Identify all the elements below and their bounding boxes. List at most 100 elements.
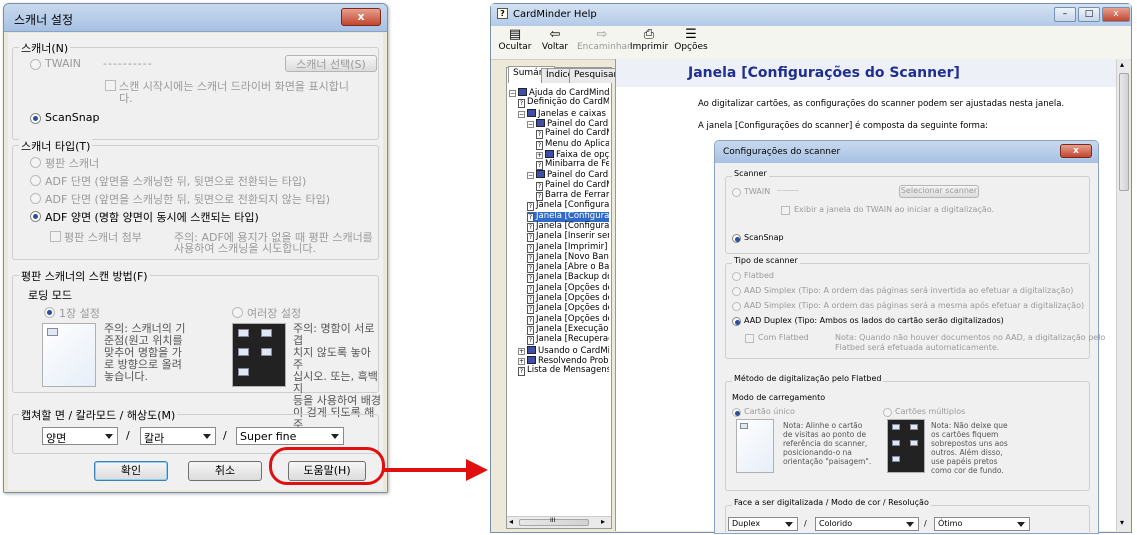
single-card-radio[interactable] bbox=[44, 307, 55, 318]
help-page-icon: ? bbox=[527, 202, 534, 212]
show-twain-checkbox[interactable] bbox=[781, 206, 790, 215]
collapse-icon[interactable]: − bbox=[527, 120, 534, 128]
tree-item[interactable]: ? Lista de Mensagens bbox=[518, 365, 609, 377]
print-button[interactable]: ⎙ Imprimir bbox=[629, 27, 669, 52]
select-scanner-button[interactable]: Selecionar scanner bbox=[899, 185, 979, 198]
help-page-icon: ? bbox=[536, 140, 543, 150]
tree-item[interactable]: ?Definição do CardMinder bbox=[518, 98, 609, 109]
aad-simplex-same-radio[interactable] bbox=[732, 302, 741, 311]
adf-duplex-radio[interactable] bbox=[30, 211, 41, 222]
forward-button[interactable]: ⇨ Encaminhar bbox=[577, 27, 631, 52]
scanner-select-button[interactable]: 스캐너 선택(S) bbox=[285, 55, 377, 72]
maximize-button[interactable]: □ bbox=[1078, 7, 1100, 22]
help-page-icon: ? bbox=[527, 274, 534, 284]
highlight-circle bbox=[269, 447, 385, 485]
scansnap-radio[interactable] bbox=[30, 113, 41, 124]
flatbed-note: Nota: Quando não houver documentos no AA… bbox=[835, 333, 1106, 342]
expand-icon[interactable]: + bbox=[518, 347, 525, 355]
arrow-line bbox=[383, 468, 468, 472]
book-icon bbox=[518, 88, 527, 96]
flatbed-radio[interactable] bbox=[732, 272, 741, 281]
aad-simplex-rev-radio[interactable] bbox=[732, 287, 741, 296]
scansnap-label: ScanSnap bbox=[744, 233, 784, 242]
collapse-icon[interactable]: − bbox=[509, 90, 516, 97]
tree-item[interactable]: ?Janela [Recuperação do ban bbox=[527, 334, 609, 346]
resolution-select[interactable]: Ótimo bbox=[934, 517, 1030, 531]
tree-item-label: Painel do CardMinder Viev bbox=[545, 179, 609, 190]
twain-label: TWAIN bbox=[45, 57, 81, 70]
twain-radio[interactable] bbox=[30, 59, 41, 70]
horizontal-scrollbar[interactable]: ◂ III ▸ bbox=[507, 516, 611, 528]
slash: / bbox=[223, 429, 227, 442]
slash: / bbox=[924, 519, 927, 528]
collapse-icon[interactable]: − bbox=[518, 110, 525, 118]
navigation-pane: −Ajuda do CardMinder?Definição do CardMi… bbox=[506, 67, 612, 529]
scroll-down-icon[interactable]: ▾ bbox=[1120, 518, 1124, 527]
scroll-left-icon[interactable]: ◂ bbox=[509, 517, 513, 526]
contents-tree: −Ajuda do CardMinder?Definição do CardMi… bbox=[509, 88, 609, 508]
scroll-thumb[interactable] bbox=[1119, 73, 1129, 191]
help-page-icon: ? bbox=[527, 336, 534, 346]
hide-button[interactable]: ▤ Ocultar bbox=[495, 27, 535, 52]
tree-item[interactable]: ?Menu do Aplicativo bbox=[536, 139, 609, 150]
color-mode-select[interactable]: Colorido bbox=[815, 517, 919, 531]
show-driver-checkbox[interactable] bbox=[105, 80, 116, 91]
show-driver-label: 스캔 시작시에는 스캐너 드라이버 화면을 표시합니 bbox=[119, 80, 350, 93]
tree-item-label: Janela [Opções do CardMinde bbox=[536, 293, 609, 303]
book-icon bbox=[527, 345, 536, 354]
help-page-icon: ? bbox=[536, 130, 543, 140]
chevron-down-icon bbox=[785, 522, 793, 527]
aad-duplex-radio[interactable] bbox=[732, 317, 741, 326]
scansnap-radio[interactable] bbox=[732, 234, 741, 243]
scan-method-label: 평판 스캐너의 스캔 방법(F) bbox=[19, 268, 150, 284]
multi-card-radio[interactable] bbox=[232, 307, 243, 318]
vertical-scrollbar[interactable]: ▴ ▾ bbox=[1116, 59, 1130, 531]
minimize-button[interactable]: – bbox=[1054, 7, 1076, 22]
tree-item-label: Janela [Inserir senha] bbox=[536, 231, 609, 242]
color-mode-select[interactable]: 칼라 bbox=[140, 427, 216, 445]
flatbed-radio[interactable] bbox=[30, 157, 41, 168]
scroll-thumb[interactable]: III bbox=[519, 517, 589, 526]
expand-icon[interactable]: + bbox=[536, 151, 543, 159]
tree-item-label: Janela [Configurações do Car bbox=[536, 200, 609, 211]
collapse-icon[interactable]: − bbox=[527, 172, 534, 180]
attach-note-2: 사용하여 스캐닝을 시도합니다. bbox=[174, 242, 317, 255]
aad-simplex-same-label: AAD Simplex (Tipo: A ordem das páginas s… bbox=[744, 301, 1085, 310]
composition-paragraph: A janela [Configurações do scanner] é co… bbox=[698, 121, 989, 131]
tree-item-label: Painel do CardMinder bbox=[545, 128, 609, 139]
flatbed-attach-checkbox[interactable] bbox=[50, 231, 61, 242]
tree-item[interactable]: ?Minibarra de Ferramentas bbox=[536, 159, 609, 171]
options-icon: ☰ bbox=[685, 27, 697, 42]
tree-item[interactable]: + Usando o CardMinder bbox=[518, 345, 609, 356]
expand-icon[interactable]: + bbox=[518, 357, 525, 365]
adf-simplex-norev-radio[interactable] bbox=[30, 193, 41, 204]
close-button[interactable]: x bbox=[1060, 144, 1092, 158]
close-button[interactable]: x bbox=[341, 8, 381, 26]
side-select[interactable]: 양면 bbox=[42, 427, 118, 445]
cancel-button[interactable]: 취소 bbox=[188, 461, 262, 481]
scroll-right-icon[interactable]: ▸ bbox=[601, 517, 605, 526]
single-card-radio[interactable] bbox=[732, 408, 741, 417]
help-page-icon: ? bbox=[536, 181, 543, 191]
adf-simplex-rev-radio[interactable] bbox=[30, 175, 41, 186]
capture-group-label: 캡쳐할 면 / 칼라모드 / 해상도(M) bbox=[19, 407, 178, 423]
twain-radio[interactable] bbox=[732, 188, 741, 197]
twain-label: TWAIN bbox=[744, 187, 771, 196]
scroll-up-icon[interactable]: ▴ bbox=[1120, 60, 1124, 69]
options-button[interactable]: ☰ Opções bbox=[671, 27, 711, 52]
multi-card-label: 여러장 설정 bbox=[247, 307, 302, 320]
tree-item[interactable]: − Janelas e caixas de diálogo do Ca bbox=[518, 108, 609, 119]
ok-button[interactable]: 확인 bbox=[94, 461, 168, 481]
intro-paragraph: Ao digitalizar cartões, as configurações… bbox=[698, 99, 1065, 109]
multi-card-radio[interactable] bbox=[883, 408, 892, 417]
back-button[interactable]: ⇦ Voltar bbox=[535, 27, 575, 52]
side-select[interactable]: Duplex bbox=[728, 517, 798, 531]
help-page-icon: ? bbox=[527, 222, 534, 232]
close-button[interactable]: x bbox=[1102, 7, 1130, 22]
flatbed-label: Flatbed bbox=[744, 271, 774, 280]
tree-item-label: Janela [Configurações do Mol bbox=[536, 220, 609, 231]
with-flatbed-label: Com Flatbed bbox=[758, 333, 809, 342]
resolution-select[interactable]: Super fine bbox=[236, 427, 344, 445]
multi-card-label: Cartões múltiplos bbox=[895, 407, 966, 416]
with-flatbed-checkbox[interactable] bbox=[745, 334, 754, 343]
